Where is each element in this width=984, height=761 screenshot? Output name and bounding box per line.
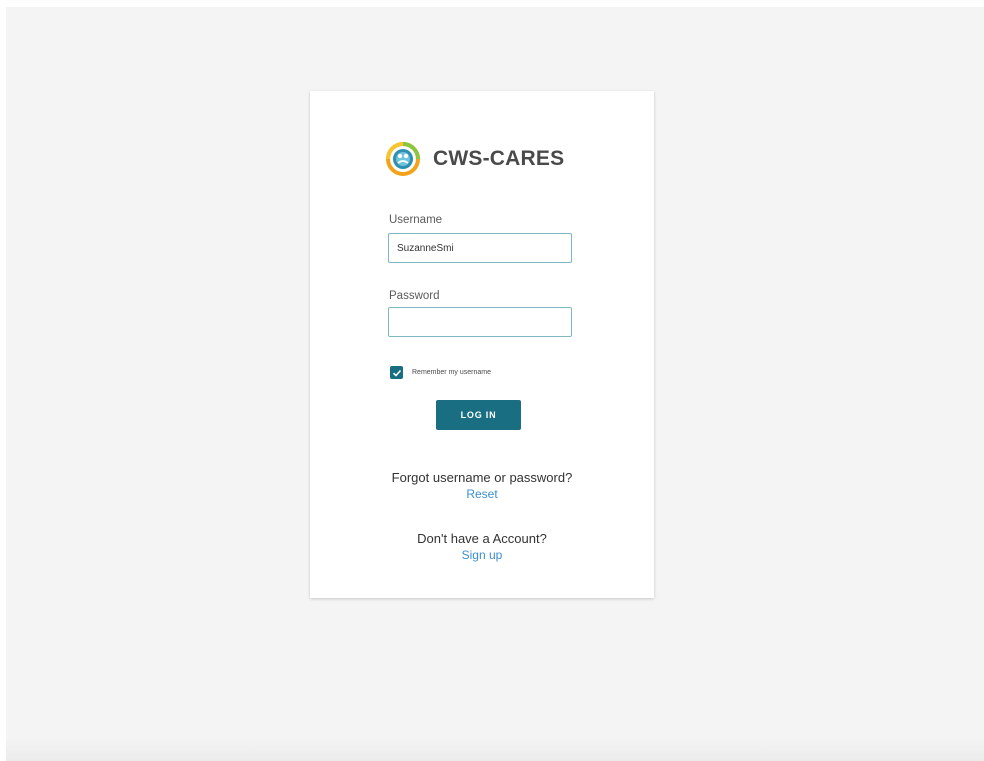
cws-cares-logo-icon	[386, 142, 420, 176]
remember-username-checkbox[interactable]	[390, 366, 403, 379]
brand-header: CWS-CARES	[386, 142, 564, 176]
username-input[interactable]	[388, 233, 572, 263]
forgot-prompt: Forgot username or password?	[391, 470, 573, 485]
remember-username-label: Remember my username	[412, 369, 491, 376]
login-card: CWS-CARES Username Password Remember my …	[310, 91, 654, 598]
login-button[interactable]: LOG IN	[436, 400, 521, 430]
password-input[interactable]	[388, 307, 572, 337]
checkmark-icon	[392, 369, 401, 377]
signup-link[interactable]: Sign up	[310, 548, 654, 562]
signup-prompt: Don't have a Account?	[417, 531, 547, 546]
page-background: CWS-CARES Username Password Remember my …	[6, 7, 984, 761]
remember-username-row[interactable]: Remember my username	[390, 366, 491, 379]
password-label: Password	[389, 290, 440, 302]
bottom-band	[6, 737, 984, 761]
reset-link[interactable]: Reset	[310, 487, 654, 501]
brand-name: CWS-CARES	[433, 147, 565, 170]
username-label: Username	[389, 214, 443, 226]
